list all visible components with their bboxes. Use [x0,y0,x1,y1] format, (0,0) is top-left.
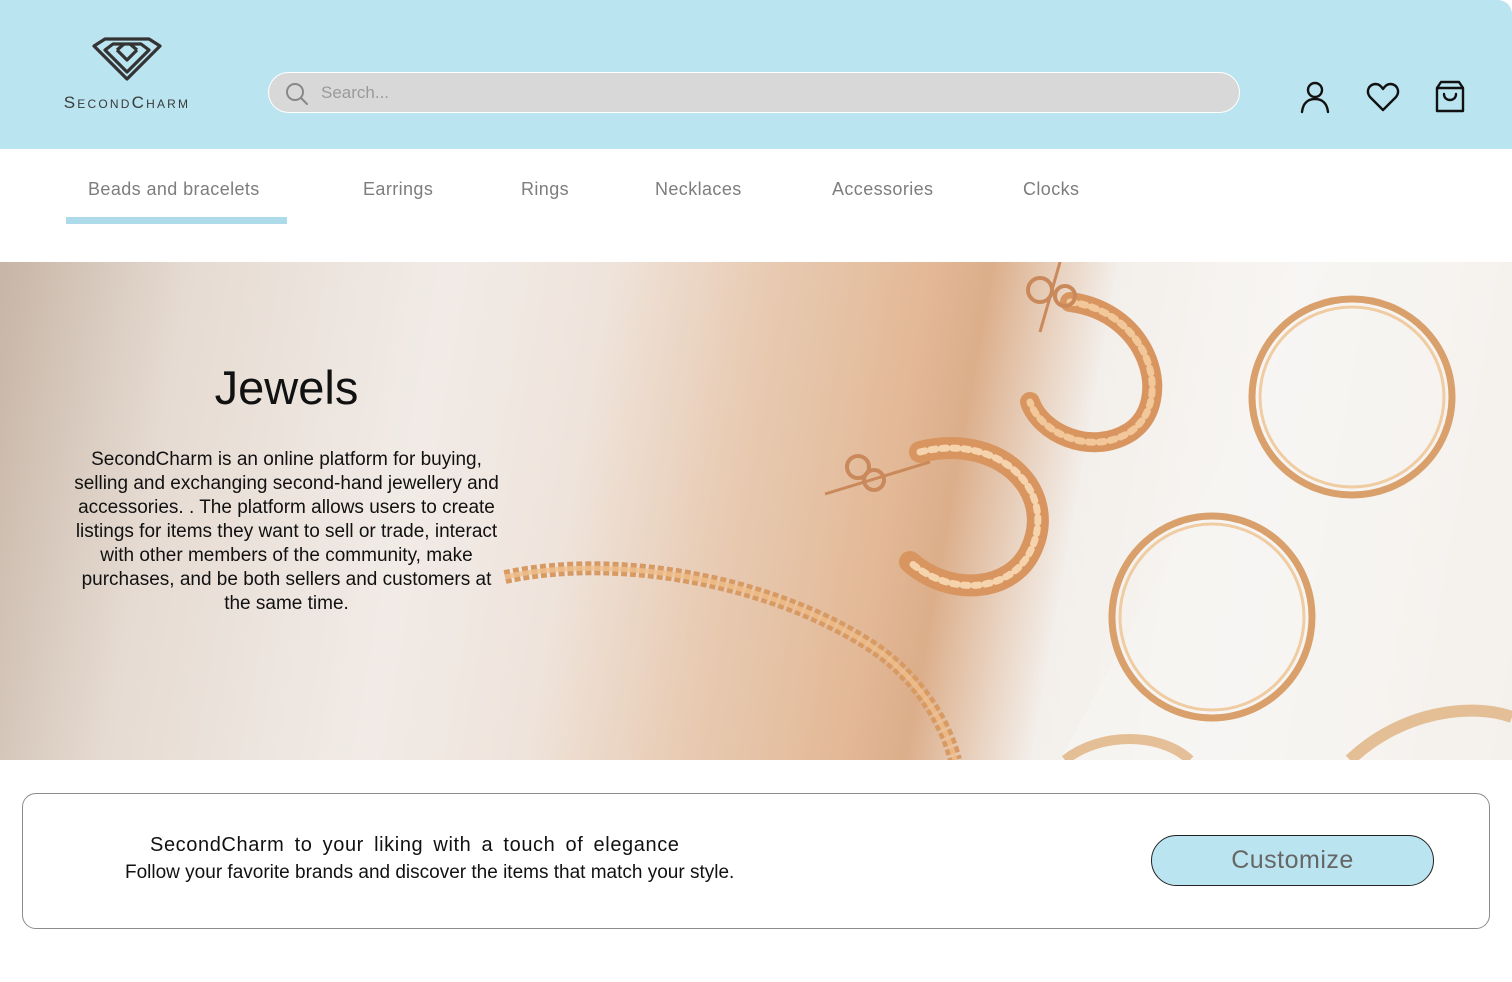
nav-item-clocks[interactable]: Clocks [1023,179,1079,200]
heart-icon[interactable] [1366,80,1400,114]
diamond-logo-icon [92,37,162,81]
customize-button[interactable]: Customize [1151,835,1434,886]
shopping-bag-icon[interactable] [1433,80,1467,114]
search-bar[interactable] [268,72,1240,113]
hero-banner: Jewels SecondCharm is an online platform… [0,262,1512,760]
brand-logo[interactable]: SecondCharm [56,36,198,116]
customize-promo-card: SecondCharm to your liking with a touch … [22,793,1490,929]
nav-item-accessories[interactable]: Accessories [832,179,933,200]
search-icon [286,83,308,105]
promo-subtitle: Follow your favorite brands and discover… [125,862,735,883]
nav-item-rings[interactable]: Rings [521,179,569,200]
nav-item-beads-and-bracelets[interactable]: Beads and bracelets [88,179,260,200]
hero-title: Jewels [214,361,359,414]
active-tab-indicator [66,217,287,224]
category-nav: Beads and bracelets Earrings Rings Neckl… [0,149,1512,262]
promo-title: SecondCharm to your liking with a touch … [150,834,680,856]
header: SecondCharm [0,0,1512,149]
user-icon[interactable] [1298,80,1332,114]
nav-item-necklaces[interactable]: Necklaces [655,179,742,200]
nav-item-earrings[interactable]: Earrings [363,179,433,200]
brand-name: SecondCharm [63,93,191,112]
hero-description: SecondCharm is an online platform for bu… [74,449,499,614]
search-input[interactable] [319,77,1203,109]
